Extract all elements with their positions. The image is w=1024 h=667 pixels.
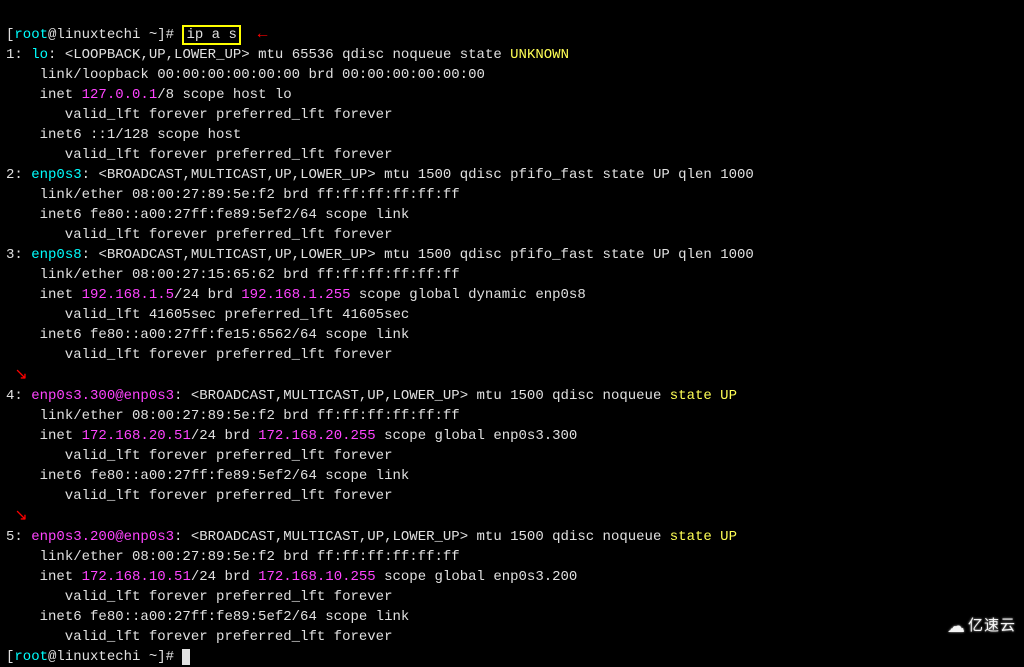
- iface-name: enp0s3.200@enp0s3: [31, 529, 174, 545]
- link-line: link/ether 08:00:27:89:5e:f2 brd ff:ff:f…: [40, 408, 460, 424]
- iface-name: enp0s3: [31, 167, 81, 183]
- link-line: link/ether 08:00:27:15:65:62 brd ff:ff:f…: [40, 267, 460, 283]
- iface-name: enp0s3.300@enp0s3: [31, 388, 174, 404]
- command-text: ip a s: [186, 27, 236, 43]
- cursor: [182, 649, 190, 665]
- ip-addr: 172.168.10.51: [82, 569, 191, 585]
- prompt-line: [root@linuxtechi ~]# ip a s ←: [6, 27, 267, 43]
- broadcast-addr: 192.168.1.255: [241, 287, 350, 303]
- broadcast-addr: 172.168.10.255: [258, 569, 376, 585]
- prompt-line-2[interactable]: [root@linuxtechi ~]#: [6, 649, 190, 665]
- arrow-icon: ←: [258, 25, 268, 43]
- prompt-user: root: [14, 27, 48, 43]
- ip-addr: 172.168.20.51: [82, 428, 191, 444]
- watermark: ☁亿速云: [947, 616, 1016, 636]
- iface-enp0s8-header: 3: enp0s8: <BROADCAST,MULTICAST,UP,LOWER…: [6, 247, 754, 263]
- state-up: state UP: [670, 388, 737, 404]
- link-line: link/ether 08:00:27:89:5e:f2 brd ff:ff:f…: [40, 549, 460, 565]
- terminal-output[interactable]: [root@linuxtechi ~]# ip a s ← 1: lo: <LO…: [6, 4, 1018, 667]
- ip-addr: 127.0.0.1: [82, 87, 158, 103]
- arrow-icon: ↘: [14, 366, 27, 384]
- arrow-icon: ↘: [14, 507, 27, 525]
- link-line: link/ether 08:00:27:89:5e:f2 brd ff:ff:f…: [40, 187, 460, 203]
- broadcast-addr: 172.168.20.255: [258, 428, 376, 444]
- command-highlight: ip a s: [182, 25, 240, 45]
- iface-lo-header: 1: lo: <LOOPBACK,UP,LOWER_UP> mtu 65536 …: [6, 47, 569, 63]
- cloud-icon: ☁: [947, 616, 966, 636]
- ip-addr: 192.168.1.5: [82, 287, 174, 303]
- state-unknown: UNKNOWN: [510, 47, 569, 63]
- link-line: link/loopback 00:00:00:00:00:00 brd 00:0…: [40, 67, 485, 83]
- iface-enp0s3-header: 2: enp0s3: <BROADCAST,MULTICAST,UP,LOWER…: [6, 167, 754, 183]
- iface-vlan200-header: 5: enp0s3.200@enp0s3: <BROADCAST,MULTICA…: [6, 529, 737, 545]
- iface-name: lo: [31, 47, 48, 63]
- iface-vlan300-header: 4: enp0s3.300@enp0s3: <BROADCAST,MULTICA…: [6, 388, 737, 404]
- iface-name: enp0s8: [31, 247, 81, 263]
- state-up: state UP: [670, 529, 737, 545]
- prompt-host: linuxtechi: [56, 27, 140, 43]
